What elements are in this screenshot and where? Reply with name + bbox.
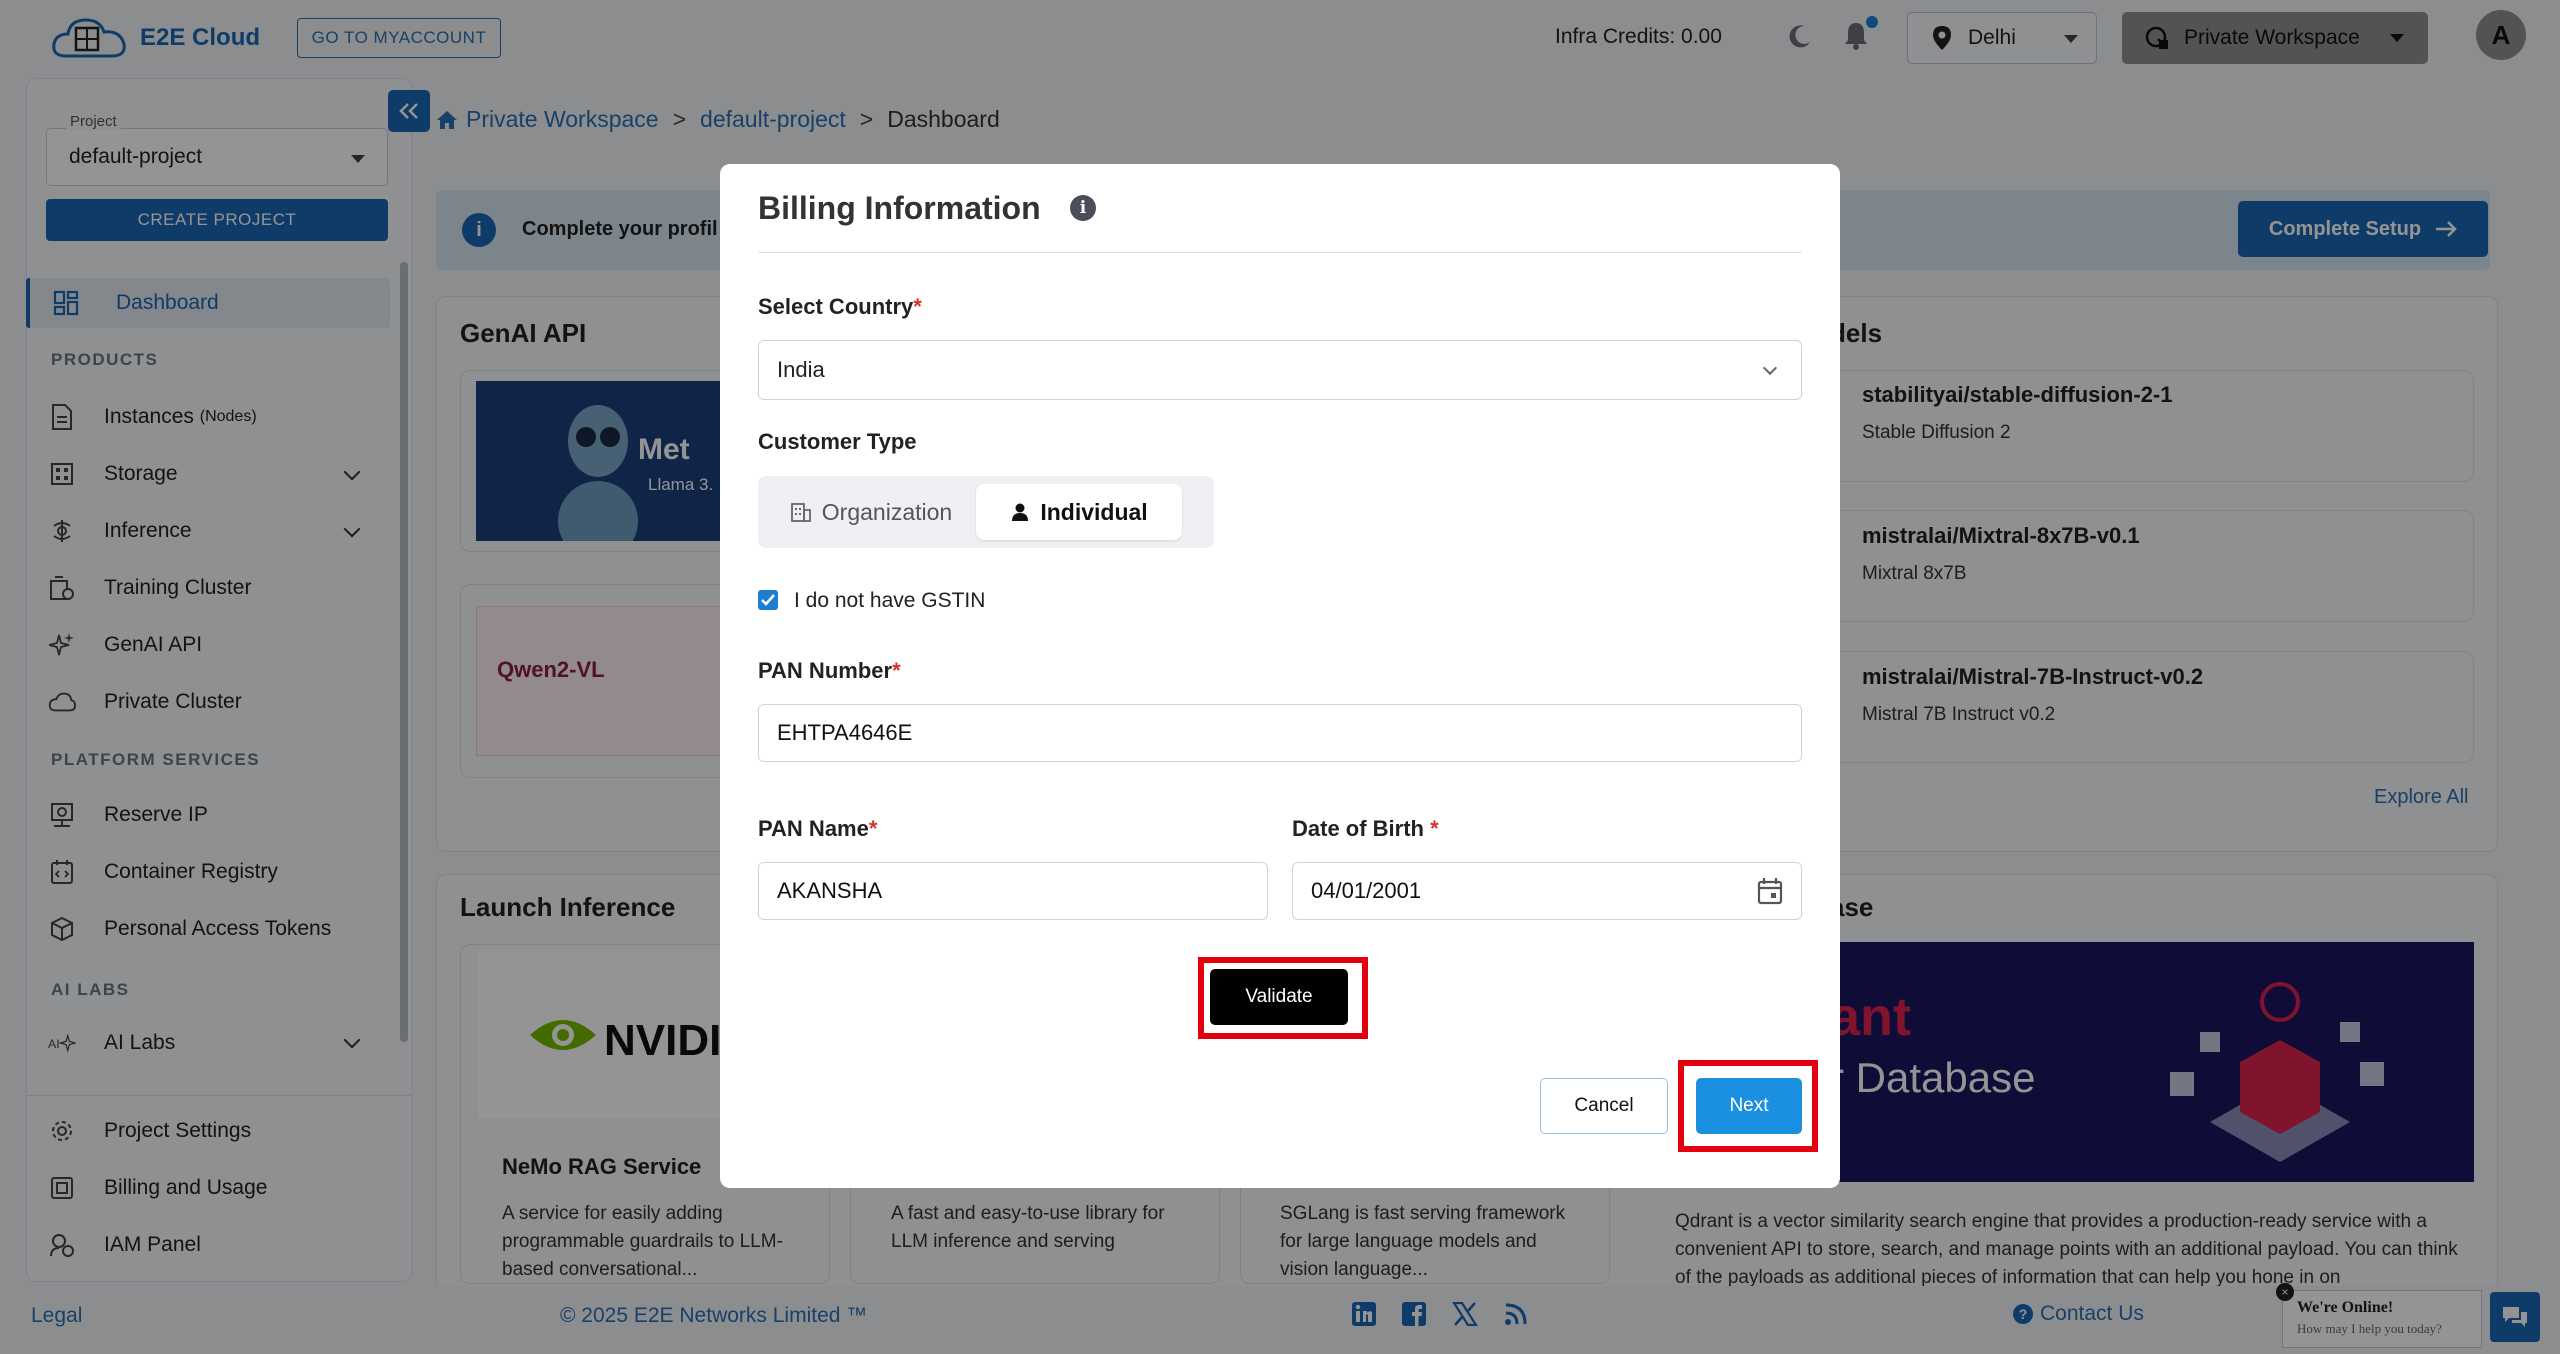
pan-number-label: PAN Number* [758,658,901,683]
pan-number-input[interactable]: EHTPA4646E [758,704,1802,762]
date-of-birth-input[interactable]: 04/01/2001 [1292,862,1802,920]
checkmark-icon [761,594,775,606]
country-value: India [777,357,825,382]
chevron-down-icon [1762,360,1778,376]
organization-label: Organization [821,498,953,525]
customer-type-toggle: Organization Individual [758,476,1214,548]
pan-name-input[interactable]: AKANSHA [758,862,1268,920]
billing-information-dialog: Billing Information i Select Country* In… [720,164,1840,1188]
customer-type-label: Customer Type [758,429,917,454]
info-icon[interactable]: i [1070,195,1096,221]
customer-type-individual[interactable]: Individual [976,484,1182,540]
customer-type-organization[interactable]: Organization [768,484,974,540]
individual-label: Individual [1040,498,1148,525]
calendar-icon[interactable] [1757,877,1783,905]
next-button[interactable]: Next [1696,1078,1802,1134]
pan-name-label: PAN Name* [758,816,878,841]
no-gstin-label[interactable]: I do not have GSTIN [794,589,985,613]
select-country-label: Select Country* [758,294,922,319]
building-icon [790,503,811,522]
dialog-divider [758,252,1802,253]
dialog-title: Billing Information [758,190,1041,226]
cancel-button[interactable]: Cancel [1540,1078,1668,1134]
country-select[interactable]: India [758,340,1802,400]
date-of-birth-value: 04/01/2001 [1311,878,1422,903]
date-of-birth-label: Date of Birth * [1292,816,1439,841]
no-gstin-checkbox[interactable] [758,590,778,610]
person-icon [1012,503,1029,521]
validate-button[interactable]: Validate [1210,969,1348,1025]
